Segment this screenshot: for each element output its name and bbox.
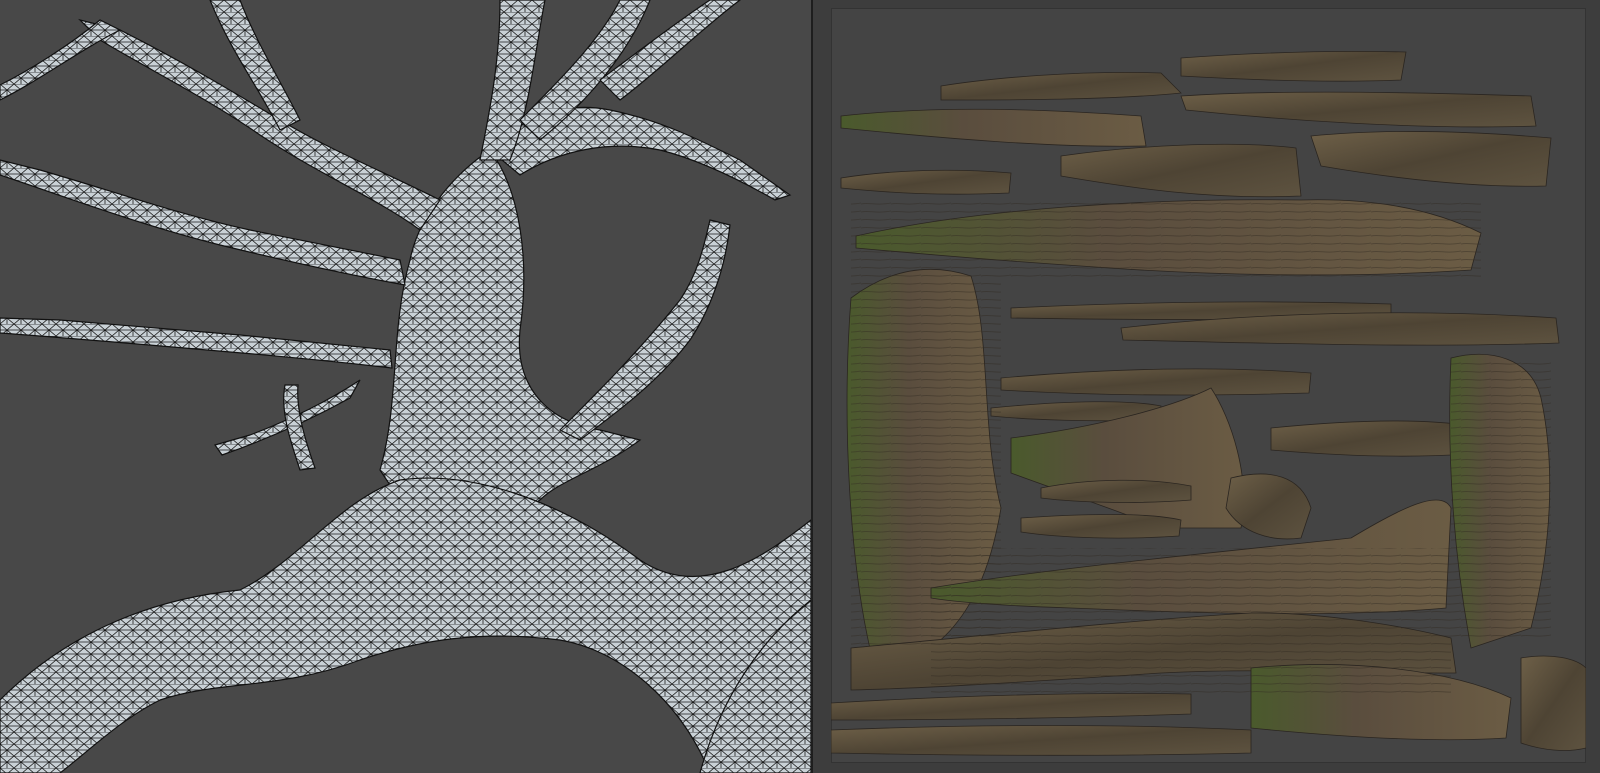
tree-limb-lower — [0, 477, 811, 773]
uv-island — [1225, 473, 1312, 540]
uv-island — [840, 169, 1012, 195]
uv-islands-svg — [831, 50, 1586, 756]
tree-branch-right — [558, 219, 731, 441]
tree-mesh-svg — [0, 0, 811, 773]
uv-editor-panel[interactable] — [813, 0, 1600, 773]
uv-island — [1520, 655, 1586, 751]
uv-island — [940, 71, 1182, 101]
uv-island — [1180, 50, 1407, 82]
uv-island — [1000, 368, 1312, 396]
uv-canvas[interactable] — [831, 8, 1586, 763]
uv-island — [1020, 514, 1182, 539]
uv-island — [1060, 143, 1302, 198]
tree-mesh — [0, 0, 811, 773]
uv-island — [840, 108, 1147, 147]
app-window — [0, 0, 1600, 773]
tree-branch-far-left — [0, 19, 122, 101]
uv-island — [831, 725, 1252, 756]
tree-twig-lower — [283, 384, 316, 471]
uv-island — [1310, 131, 1552, 187]
uv-island — [1270, 420, 1472, 457]
3d-viewport[interactable] — [0, 0, 811, 773]
tree-branch-twig-left — [0, 317, 393, 369]
uv-island — [1180, 91, 1537, 128]
